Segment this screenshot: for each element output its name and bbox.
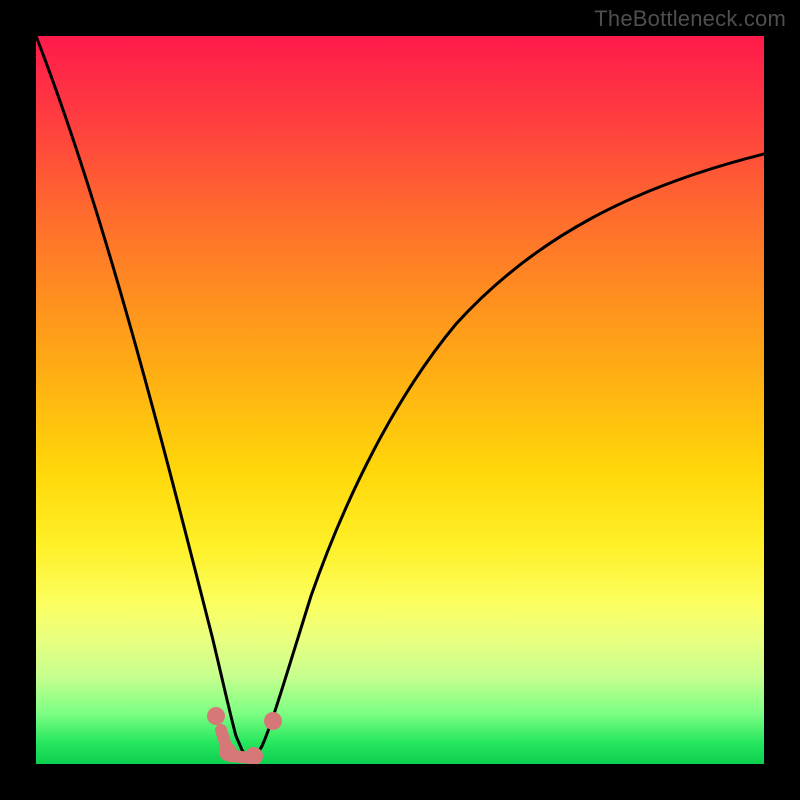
watermark-label: TheBottleneck.com <box>594 6 786 32</box>
curve-layer <box>36 36 764 764</box>
chart-canvas: TheBottleneck.com <box>0 0 800 800</box>
marker-point <box>264 712 282 730</box>
plot-area <box>36 36 764 764</box>
bottleneck-curve <box>36 36 764 758</box>
marker-point <box>207 707 225 725</box>
